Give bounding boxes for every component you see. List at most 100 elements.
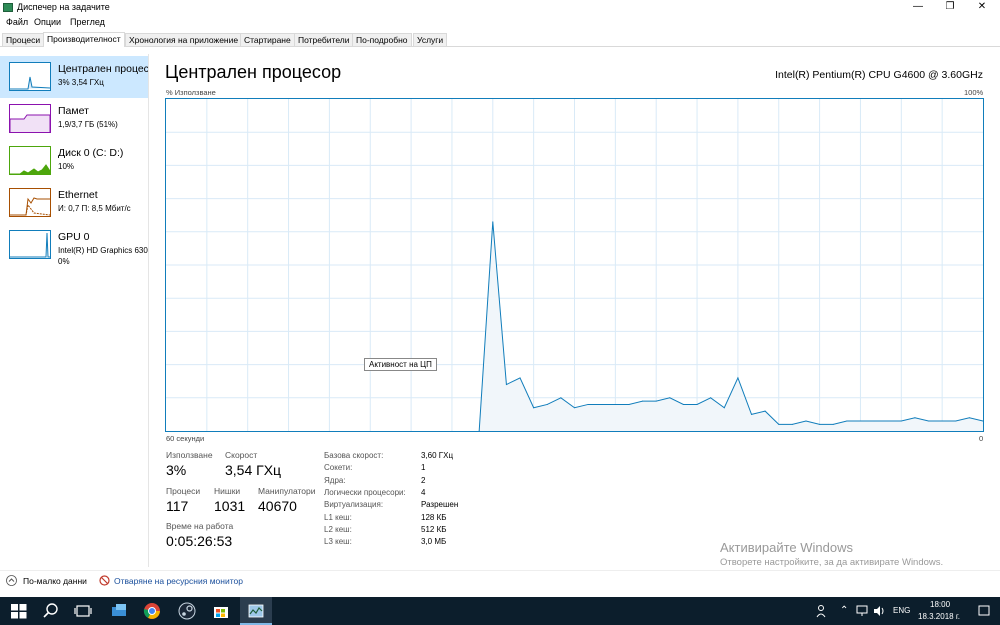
tab-services[interactable]: Услуги — [413, 33, 448, 46]
cpu-usage-point — [819, 423, 821, 425]
cpu-model-name: Intel(R) Pentium(R) CPU G4600 @ 3.60GHz — [775, 69, 983, 81]
tab-app-history[interactable]: Хронология на приложение — [125, 33, 243, 46]
sidebar-item-disk[interactable]: Диск 0 (C: D:) 10% — [0, 140, 148, 182]
detail-value: 1 — [421, 463, 426, 472]
detail-value: 2 — [421, 476, 426, 485]
tab-users[interactable]: Потребители — [294, 33, 354, 46]
detail-value: 3,0 МБ — [421, 537, 447, 546]
cpu-usage-point — [533, 407, 535, 409]
cpu-usage-point — [614, 403, 616, 405]
detail-key: L1 кеш: — [324, 513, 352, 522]
task-manager-taskbar-button[interactable] — [240, 597, 272, 625]
activation-watermark-text: Отворете настройките, за да активирате W… — [720, 557, 944, 568]
sidebar-item-memory[interactable]: Памет 1,9/3,7 ГБ (51%) — [0, 98, 148, 140]
sidebar-item-label: Ethernet — [58, 189, 98, 201]
cpu-usage-area — [479, 221, 983, 431]
cpu-usage-point — [655, 400, 657, 402]
cpu-usage-point — [955, 420, 957, 422]
sidebar-item-value: И: 0,7 П: 8,5 Мбит/с — [58, 204, 131, 213]
gpu-thumbnail — [9, 230, 51, 259]
speed-value: 3,54 ГХц — [225, 462, 282, 478]
cpu-usage-chart — [166, 99, 984, 432]
sidebar-item-label: Памет — [58, 105, 89, 117]
detail-key: Виртуализация: — [324, 500, 384, 509]
close-button[interactable]: ✕ — [964, 0, 1000, 15]
tooltip: Активност на ЦП — [364, 358, 437, 371]
bottom-bar: По-малко данни Отваряне на ресурсния мон… — [0, 570, 1000, 591]
cpu-usage-point — [642, 400, 644, 402]
cpu-usage-point — [682, 403, 684, 405]
detail-key: L2 кеш: — [324, 525, 352, 534]
detail-value: 4 — [421, 488, 426, 497]
chrome-icon[interactable] — [143, 602, 161, 620]
cpu-thumbnail — [9, 62, 51, 91]
processes-value: 117 — [166, 498, 189, 514]
sidebar-item-label: Централен процесор — [58, 63, 148, 75]
restore-button[interactable]: ❐ — [932, 0, 968, 15]
cpu-usage-point — [519, 377, 521, 379]
cpu-usage-point — [574, 407, 575, 409]
sidebar-item-label: GPU 0 — [58, 231, 90, 243]
cpu-usage-point — [791, 423, 793, 425]
chevron-up-tray-icon[interactable]: ⌃ — [840, 605, 848, 616]
cpu-usage-point — [778, 423, 780, 425]
cpu-usage-point — [546, 403, 548, 405]
cpu-usage-point — [832, 423, 834, 425]
uptime-value: 0:05:26:53 — [166, 533, 233, 549]
cpu-usage-point — [737, 377, 739, 379]
cpu-usage-point — [505, 384, 507, 386]
cpu-usage-point — [560, 397, 562, 399]
tab-startup[interactable]: Стартиране — [240, 33, 295, 46]
y-axis-label: % Използване — [166, 88, 216, 97]
sidebar-item-value: 10% — [58, 162, 75, 171]
cpu-usage-point — [601, 403, 603, 405]
tab-details[interactable]: По-подробно — [352, 33, 412, 46]
sidebar-item-ethernet[interactable]: Ethernet И: 0,7 П: 8,5 Мбит/с — [0, 182, 148, 224]
detail-value: 128 КБ — [421, 513, 447, 522]
cpu-usage-point — [968, 417, 970, 419]
title-bar: Диспечер на задачите — ❐ ✕ — [0, 0, 1000, 15]
clock-time[interactable]: 18:00 — [930, 600, 950, 609]
cpu-usage-point — [941, 420, 943, 422]
menu-file[interactable]: Файл — [6, 17, 28, 27]
speed-label: Скорост — [225, 450, 258, 460]
detail-value: 512 КБ — [421, 525, 447, 534]
tab-processes[interactable]: Процеси — [2, 33, 45, 46]
sidebar-item-gpu[interactable]: GPU 0 Intel(R) HD Graphics 630 0% — [0, 224, 148, 272]
steam-icon[interactable] — [178, 602, 196, 620]
minimize-button[interactable]: — — [900, 0, 936, 15]
sidebar-item-label: Диск 0 (C: D:) — [58, 147, 124, 159]
cpu-usage-point — [587, 403, 589, 405]
store-icon[interactable] — [212, 602, 230, 620]
cpu-usage-point — [887, 420, 889, 422]
volume-icon[interactable] — [873, 605, 885, 617]
app-icon[interactable] — [110, 602, 128, 620]
clock-date[interactable]: 18.3.2018 г. — [918, 612, 960, 621]
language-indicator[interactable]: ENG — [893, 606, 910, 615]
people-icon[interactable] — [816, 604, 828, 618]
memory-thumbnail — [9, 104, 51, 133]
cpu-usage-point — [764, 410, 766, 412]
activation-watermark-title: Активирайте Windows — [720, 540, 853, 555]
y-axis-max-label: 100% — [964, 88, 984, 97]
network-icon[interactable] — [856, 605, 868, 617]
cpu-usage-graph — [165, 98, 984, 432]
handles-value: 40670 — [258, 498, 297, 514]
threads-value: 1031 — [214, 498, 246, 514]
tab-performance[interactable]: Производителност — [43, 32, 125, 47]
cpu-usage-point — [873, 420, 875, 422]
processes-label: Процеси — [166, 486, 201, 496]
threads-label: Нишки — [214, 486, 241, 496]
windows-start-icon[interactable] — [10, 602, 28, 620]
sidebar-item-value: 3% 3,54 ГХц — [58, 78, 104, 87]
menu-options[interactable]: Опции — [34, 17, 61, 27]
task-view-icon[interactable] — [74, 602, 92, 620]
sidebar-item-cpu[interactable]: Централен процесор 3% 3,54 ГХц — [0, 56, 148, 98]
notifications-icon[interactable] — [978, 605, 990, 617]
chevron-up-icon[interactable] — [6, 575, 17, 586]
search-icon[interactable] — [42, 602, 60, 620]
x-axis-left-label: 60 секунди — [166, 434, 205, 443]
fewer-details-link[interactable]: По-малко данни — [23, 576, 87, 586]
open-resource-monitor-link[interactable]: Отваряне на ресурсния монитор — [114, 576, 243, 586]
menu-view[interactable]: Преглед — [70, 17, 105, 27]
